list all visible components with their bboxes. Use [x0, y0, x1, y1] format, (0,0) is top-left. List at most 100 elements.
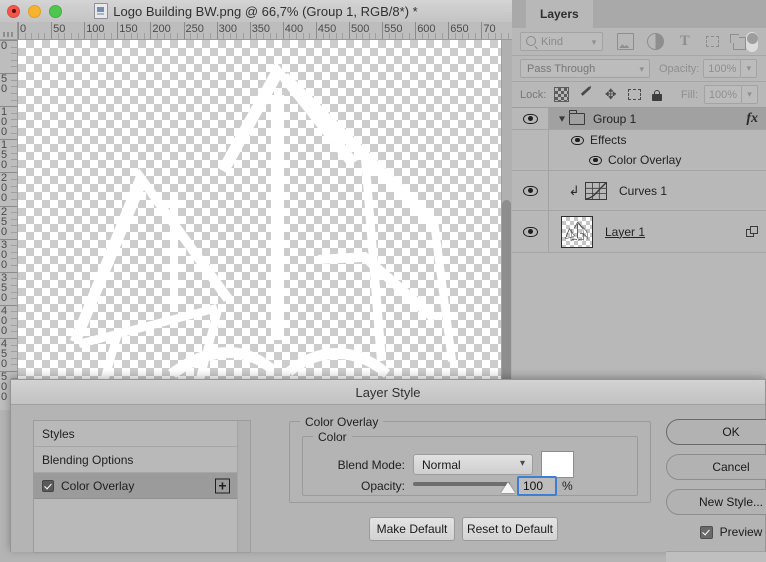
opacity-slider-handle[interactable] — [501, 482, 515, 493]
opacity-input[interactable]: 100% — [703, 59, 742, 78]
effects-eye-spacer — [512, 130, 549, 170]
layers-panel-body: Kind ▾ T Pass Through ▾ Opacity: 100% ▾ … — [512, 28, 766, 410]
blend-mode-select[interactable]: Pass Through ▾ — [520, 59, 650, 78]
ruler-minor-tick — [236, 33, 238, 39]
ruler-label: 650 — [450, 23, 469, 35]
effect-row-color-overlay[interactable]: Color Overlay — [549, 150, 766, 170]
ruler-label: 600 — [417, 23, 436, 35]
layer-style-dialog-body: Styles Blending Options Color Overlay + … — [11, 405, 766, 562]
ruler-minor-tick — [441, 33, 443, 39]
adjustment-filter-icon[interactable] — [647, 33, 665, 50]
lock-icon-group: ✥ — [554, 87, 663, 102]
visibility-toggle-layer-1[interactable] — [512, 211, 549, 252]
visibility-toggle-curves-1[interactable] — [512, 171, 549, 210]
layer-row-group-1[interactable]: ▾ Group 1 fx — [512, 108, 766, 130]
layer-row-content-group-1[interactable]: ▾ Group 1 fx — [549, 108, 766, 129]
preview-checkbox[interactable] — [699, 525, 713, 539]
horizontal-ruler[interactable]: 0 50 100 150 200 250 300 350 400 450 500 550 600 650 7… — [18, 22, 512, 40]
style-item-color-overlay[interactable]: Color Overlay + — [34, 473, 237, 499]
lock-all-icon[interactable] — [652, 89, 663, 101]
ruler-minor-tick — [342, 33, 344, 39]
eye-icon[interactable] — [571, 135, 584, 145]
style-item-checkbox-color-overlay[interactable] — [42, 479, 54, 492]
ruler-minor-tick — [296, 33, 298, 39]
layer-row-content-layer-1[interactable]: Layer 1 — [549, 211, 766, 252]
ruler-minor-tick — [11, 291, 17, 293]
make-default-button[interactable]: Make Default — [369, 517, 455, 541]
ruler-minor-tick — [11, 278, 17, 280]
chevron-down-icon: ▾ — [519, 458, 525, 469]
ruler-minor-tick — [57, 33, 59, 39]
lock-image-pixels-icon[interactable] — [580, 88, 593, 101]
canvas-document-checkerboard[interactable] — [18, 40, 502, 410]
ruler-minor-tick — [203, 33, 205, 39]
color-overlay-group: Color Overlay Color Blend Mode: Normal ▾… — [289, 415, 651, 503]
ruler-minor-tick — [11, 99, 17, 101]
cancel-button[interactable]: Cancel — [666, 454, 766, 480]
canvas-vertical-scrollbar-track[interactable] — [501, 40, 512, 410]
canvas-area[interactable] — [18, 40, 512, 410]
layer-name-layer-1[interactable]: Layer 1 — [605, 225, 645, 239]
ruler-minor-tick — [11, 298, 17, 300]
filter-kind-select[interactable]: Kind ▾ — [520, 32, 604, 51]
visibility-toggle-group-1[interactable] — [512, 108, 549, 129]
ruler-minor-tick — [507, 33, 509, 39]
ruler-minor-tick — [11, 284, 17, 286]
ruler-minor-tick — [11, 311, 17, 313]
opacity-label: Opacity: — [659, 62, 700, 75]
ruler-label: 550 — [384, 23, 403, 35]
lock-position-icon[interactable]: ✥ — [604, 87, 617, 101]
ruler-minor-tick — [11, 86, 17, 88]
vertical-ruler[interactable]: 050100150200250300350400450500 — [0, 40, 18, 410]
ok-button[interactable]: OK — [666, 419, 766, 445]
ruler-label: 50 — [1, 73, 8, 96]
ruler-minor-tick — [11, 92, 17, 94]
tab-layers[interactable]: Layers — [526, 0, 593, 28]
reset-to-default-button[interactable]: Reset to Default — [462, 517, 558, 541]
layer-thumbnail-artwork — [565, 221, 589, 241]
layer-mask-badge-icon[interactable] — [746, 225, 758, 238]
styles-list: Styles Blending Options Color Overlay + — [33, 420, 251, 553]
lock-artboard-icon[interactable] — [628, 88, 642, 101]
ruler-minor-tick — [408, 33, 410, 39]
shape-filter-icon[interactable] — [705, 34, 720, 49]
opacity-stepper[interactable]: ▾ — [741, 59, 758, 78]
blend-mode-label: Blend Mode: — [337, 457, 405, 472]
chevron-down-icon[interactable]: ▾ — [554, 112, 569, 125]
ruler-minor-tick — [11, 351, 17, 353]
filter-toggle[interactable] — [746, 31, 758, 52]
effects-row[interactable]: Effects — [549, 130, 766, 150]
color-subgroup-title: Color — [313, 430, 352, 444]
fill-input[interactable]: 100% — [704, 85, 742, 104]
ruler-origin-corner[interactable] — [0, 22, 18, 40]
layer-thumbnail[interactable] — [561, 215, 593, 248]
blend-mode-dropdown[interactable]: Normal ▾ — [413, 454, 533, 475]
opacity-input-field[interactable]: 100 — [517, 476, 557, 496]
ruler-minor-tick — [501, 33, 503, 39]
canvas-vertical-scrollbar-thumb[interactable] — [502, 200, 511, 400]
fx-badge-icon[interactable]: fx — [746, 111, 758, 127]
fill-stepper[interactable]: ▾ — [742, 85, 758, 104]
add-effect-button[interactable]: + — [215, 478, 230, 493]
ruler-minor-tick — [11, 159, 17, 161]
layer-style-dialog: Layer Style Styles Blending Options Colo… — [10, 379, 766, 562]
new-style-button[interactable]: New Style... — [666, 489, 766, 515]
eye-icon[interactable] — [589, 155, 602, 165]
type-filter-icon[interactable]: T — [677, 34, 692, 49]
style-item-blending-options[interactable]: Blending Options — [34, 447, 237, 473]
lock-transparent-pixels-icon[interactable] — [554, 87, 570, 102]
eye-icon — [522, 226, 538, 237]
color-swatch-button[interactable] — [541, 451, 574, 478]
style-item-styles[interactable]: Styles — [34, 421, 237, 447]
layer-row-curves-1[interactable]: ↳ Curves 1 — [512, 171, 766, 211]
image-filter-icon[interactable] — [617, 33, 635, 50]
smart-object-filter-icon[interactable] — [730, 33, 747, 50]
preview-checkbox-row[interactable]: Preview — [666, 525, 766, 539]
layer-row-layer-1[interactable]: Layer 1 — [512, 211, 766, 253]
ruler-minor-tick — [64, 33, 66, 39]
layer-row-content-curves-1[interactable]: ↳ Curves 1 — [549, 171, 766, 210]
ruler-label: 100 — [86, 23, 105, 35]
styles-list-scrollbar[interactable] — [237, 421, 250, 552]
opacity-slider[interactable] — [413, 478, 515, 494]
curves-glyph — [585, 181, 607, 200]
